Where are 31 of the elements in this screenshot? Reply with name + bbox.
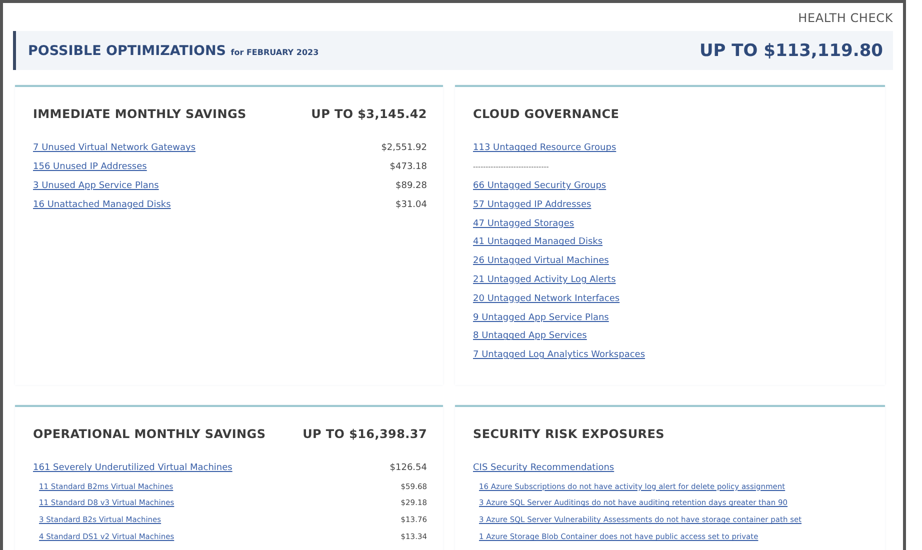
item-link[interactable]: 161 Severely Underutilized Virtual Machines bbox=[33, 463, 232, 474]
section-title: OPERATIONAL MONTHLY SAVINGS bbox=[33, 427, 266, 441]
item-link[interactable]: CIS Security Recommendations bbox=[473, 463, 614, 474]
item-link[interactable]: 21 Untagged Activity Log Alerts bbox=[473, 274, 616, 285]
banner-total: UP TO $113,119.80 bbox=[699, 41, 883, 61]
item-amount: $89.28 bbox=[396, 180, 427, 191]
item-link[interactable]: 20 Untagged Network Interfaces bbox=[473, 294, 620, 304]
item-link[interactable]: 16 Unattached Managed Disks bbox=[33, 200, 171, 210]
item-link[interactable]: 7 Untagged Log Analytics Workspaces bbox=[473, 350, 646, 360]
section-total: UP TO $16,398.37 bbox=[302, 427, 427, 441]
section-title: SECURITY RISK EXPOSURES bbox=[473, 427, 664, 441]
item-link[interactable]: 57 Untagged IP Addresses bbox=[473, 200, 592, 210]
item-link[interactable]: 156 Unused IP Addresses bbox=[33, 162, 147, 172]
item-link[interactable]: 41 Untagged Managed Disks bbox=[473, 237, 603, 248]
banner-title: POSSIBLE OPTIMIZATIONS for FEBRUARY 2023 bbox=[28, 43, 319, 59]
item-link[interactable]: 7 Unused Virtual Network Gateways bbox=[33, 143, 196, 154]
item-link[interactable]: 8 Untagged App Services bbox=[473, 331, 587, 342]
item-link[interactable]: 3 Unused App Service Plans bbox=[33, 180, 159, 191]
item-amount: $2,551.92 bbox=[381, 143, 427, 154]
item-link[interactable]: 66 Untagged Security Groups bbox=[473, 180, 606, 191]
item-link[interactable]: 47 Untagged Storages bbox=[473, 218, 574, 229]
section-total: UP TO $3,145.42 bbox=[311, 107, 427, 121]
item-link[interactable]: 113 Untagged Resource Groups bbox=[473, 143, 616, 154]
item-amount: $126.54 bbox=[390, 463, 427, 474]
item-amount: $473.18 bbox=[390, 162, 427, 172]
item-link[interactable]: 26 Untagged Virtual Machines bbox=[473, 256, 609, 266]
section-title: IMMEDIATE MONTHLY SAVINGS bbox=[33, 107, 246, 121]
item-link[interactable]: 9 Untagged App Service Plans bbox=[473, 312, 609, 323]
item-amount: $31.04 bbox=[396, 200, 427, 210]
section-title: CLOUD GOVERNANCE bbox=[473, 107, 620, 121]
page-title: HEALTH CHECK bbox=[798, 11, 893, 25]
